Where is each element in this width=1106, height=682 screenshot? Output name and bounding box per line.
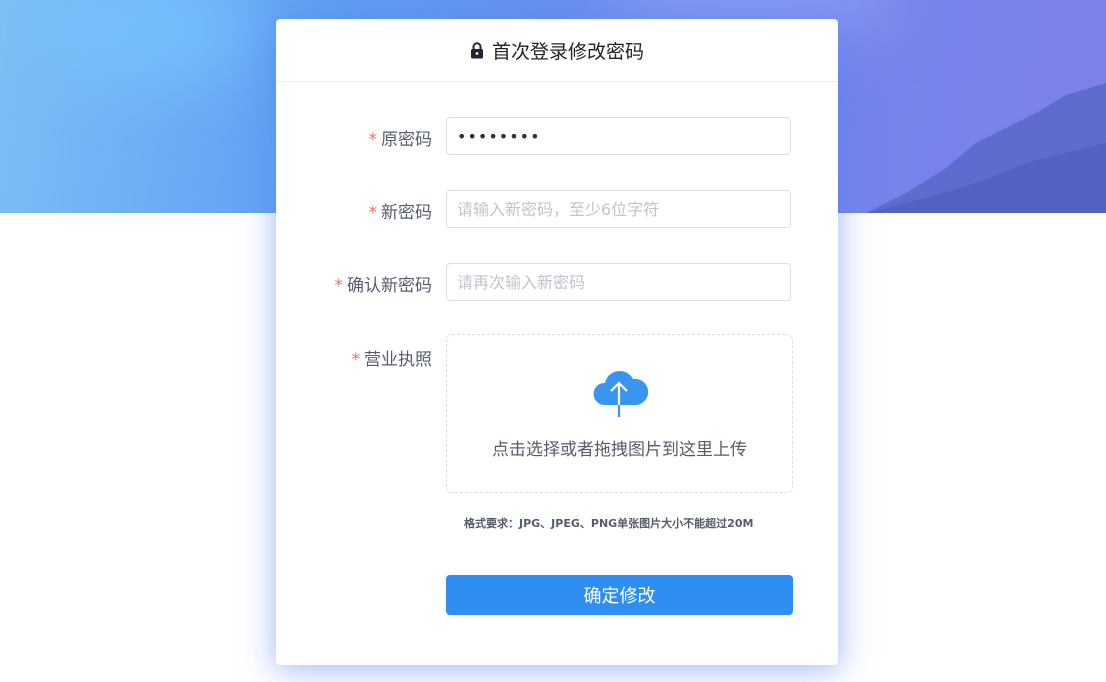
cloud-upload-icon <box>593 370 649 417</box>
lock-icon <box>470 41 483 58</box>
confirm-password-label-text: 确认新密码 <box>347 276 432 296</box>
required-mark: * <box>368 203 378 223</box>
change-password-card: 首次登录修改密码 *原密码 *新密码 *确认新密码 *营业执照 点击选择或者拖拽… <box>276 19 838 665</box>
required-mark: * <box>351 350 361 370</box>
license-label: * 营业执照 <box>352 345 433 370</box>
license-upload-area[interactable]: 点击选择或者拖拽图片到这里上传 <box>446 334 793 493</box>
old-password-label: * 原密码 <box>369 125 433 150</box>
confirm-password-input[interactable] <box>446 263 791 301</box>
license-label-text: 营业执照 <box>364 350 432 370</box>
upload-format-hint: 格式要求：JPG、JPEG、PNG单张图片大小不能超过20M <box>464 517 754 530</box>
required-mark: * <box>368 130 378 150</box>
upload-instruction: 点击选择或者拖拽图片到这里上传 <box>492 440 747 460</box>
mountain-silhouette <box>866 83 1106 213</box>
page-title: 首次登录修改密码 <box>491 40 644 63</box>
new-password-label-text: 新密码 <box>381 203 432 223</box>
old-password-label-text: 原密码 <box>381 130 432 150</box>
required-mark: * <box>334 276 344 296</box>
card-header: 首次登录修改密码 <box>276 19 838 82</box>
confirm-change-button[interactable]: 确定修改 <box>446 575 793 615</box>
banner-glow <box>40 0 260 90</box>
new-password-label: * 新密码 <box>369 198 433 223</box>
old-password-input[interactable] <box>446 117 791 155</box>
confirm-password-label: * 确认新密码 <box>335 271 433 296</box>
new-password-input[interactable] <box>446 190 791 228</box>
